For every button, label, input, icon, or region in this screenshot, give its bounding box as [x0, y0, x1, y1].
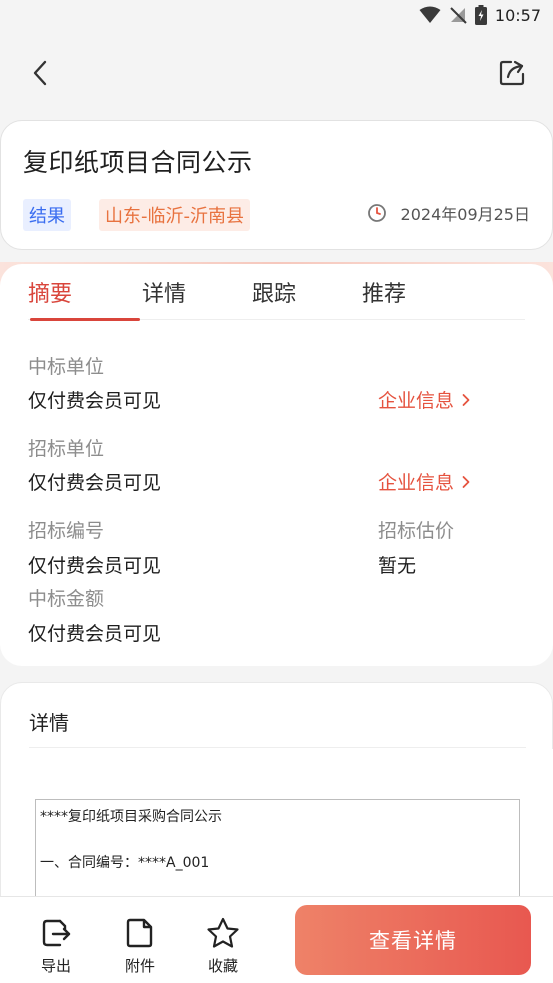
document-line: ****复印纸项目采购合同公示 [40, 809, 222, 825]
tab-summary[interactable]: 摘要 [28, 276, 142, 321]
bid-number-value: 仅付费会员可见 [28, 555, 162, 577]
tab-recommend[interactable]: 推荐 [362, 276, 462, 320]
region-badge: 山东-临沂-沂南县 [99, 199, 250, 231]
winner-label: 中标单位 [28, 356, 105, 378]
no-signal-icon [450, 7, 467, 24]
winner-value: 仅付费会员可见 [28, 390, 162, 412]
publish-date: 2024年09月25日 [400, 205, 530, 224]
export-label: 导出 [40, 957, 71, 975]
share-button[interactable] [497, 58, 527, 88]
summary-card: 摘要 详情 跟踪 推荐 中标单位 仅付费会员可见 企业信息 招标单位 仅付费会员… [0, 264, 553, 666]
winner-company-link[interactable]: 企业信息 [378, 386, 470, 413]
export-icon [42, 919, 71, 947]
date-info: 2024年09月25日 [367, 201, 530, 225]
title-card: 复印纸项目合同公示 结果 山东-临沂-沂南县 2024年09月25日 [0, 120, 553, 250]
status-icons: 10:57 [419, 5, 541, 25]
chevron-right-icon [462, 475, 470, 488]
star-icon [207, 917, 239, 948]
type-badge: 结果 [23, 199, 71, 231]
estimate-value: 暂无 [378, 555, 417, 577]
file-icon [126, 918, 153, 948]
share-icon [499, 60, 525, 86]
view-details-button[interactable]: 查看详情 [295, 905, 531, 975]
chevron-left-icon [33, 60, 47, 86]
battery-icon [474, 5, 487, 25]
back-button[interactable] [26, 56, 56, 90]
page-title: 复印纸项目合同公示 [23, 148, 253, 177]
status-bar: 10:57 [0, 0, 553, 30]
export-button[interactable]: 导出 [31, 917, 81, 976]
tab-tracking[interactable]: 跟踪 [252, 276, 362, 320]
amount-value: 仅付费会员可见 [28, 623, 162, 645]
bottom-action-bar: 导出 附件 收藏 查看详情 [0, 896, 553, 983]
detail-heading: 详情 [29, 711, 69, 735]
tab-details[interactable]: 详情 [142, 276, 252, 320]
document-line: 一、合同编号：****A_001 [40, 855, 210, 871]
favorite-label: 收藏 [207, 957, 238, 975]
attachment-button[interactable]: 附件 [115, 917, 165, 976]
wifi-icon [419, 6, 441, 23]
clock-icon [367, 204, 386, 222]
screen: 10:57 复印纸项目合同公示 结果 山东-临沂-沂南县 2024年09月25日… [0, 0, 553, 983]
tenderer-company-link-label: 企业信息 [378, 472, 455, 494]
attachment-label: 附件 [124, 957, 155, 975]
amount-label: 中标金额 [28, 588, 105, 610]
header [0, 30, 553, 116]
status-time: 10:57 [494, 5, 541, 25]
tenderer-company-link[interactable]: 企业信息 [378, 468, 470, 495]
favorite-button[interactable]: 收藏 [198, 917, 248, 976]
tenderer-label: 招标单位 [28, 438, 105, 460]
bid-number-label: 招标编号 [28, 520, 105, 542]
tags-row: 结果 山东-临沂-沂南县 [23, 199, 250, 231]
estimate-label: 招标估价 [378, 520, 455, 542]
winner-company-link-label: 企业信息 [378, 390, 455, 412]
chevron-right-icon [462, 393, 470, 406]
tenderer-value: 仅付费会员可见 [28, 472, 162, 494]
tab-bar: 摘要 详情 跟踪 推荐 [28, 276, 525, 321]
divider [29, 747, 526, 748]
